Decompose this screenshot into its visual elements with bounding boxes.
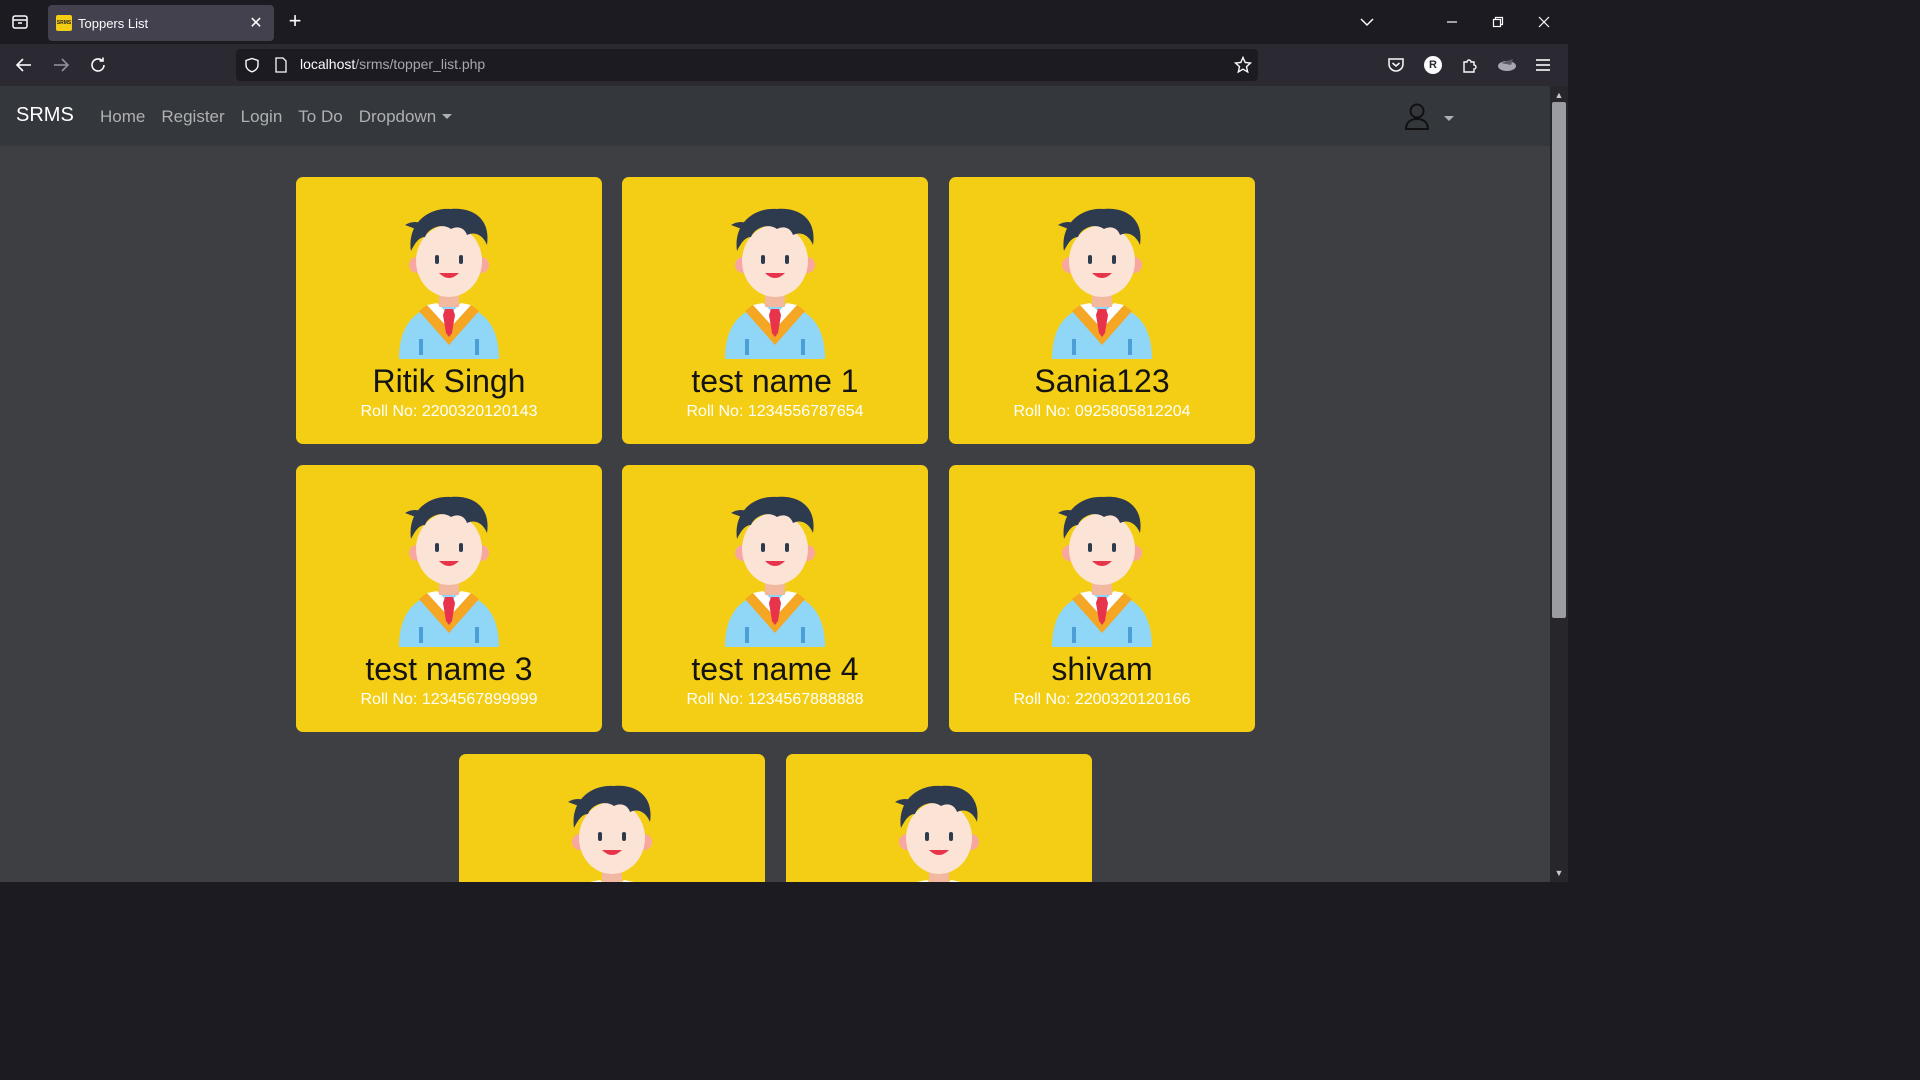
topper-name: test name 3 <box>365 651 533 687</box>
chevron-down-icon[interactable] <box>1353 10 1381 34</box>
student-avatar-icon <box>399 205 499 359</box>
nav-todo[interactable]: To Do <box>298 107 342 127</box>
back-arrow-icon[interactable] <box>12 53 36 77</box>
user-menu[interactable] <box>1404 102 1454 135</box>
topper-roll: Roll No: 1234567899999 <box>360 691 538 708</box>
student-avatar-icon <box>1052 205 1152 359</box>
user-icon <box>1404 102 1430 135</box>
topper-name: Sania123 <box>1034 363 1170 399</box>
page-icon <box>274 57 290 73</box>
student-avatar-icon <box>725 493 825 647</box>
topper-roll: Roll No: 0925805812204 <box>1013 403 1191 420</box>
topper-roll: Roll No: 1234567888888 <box>686 691 864 708</box>
student-avatar-icon <box>1052 493 1152 647</box>
caret-down-icon <box>1444 116 1454 121</box>
topper-card: Ritik Singh Roll No: 2200320120143 <box>296 177 602 444</box>
caret-down-icon <box>442 114 453 119</box>
site-navbar: SRMS Home Register Login To Do Dropdown <box>0 86 1550 146</box>
topper-name: Ritik Singh <box>372 363 526 399</box>
student-avatar-icon <box>399 493 499 647</box>
scrollbar-thumb[interactable] <box>1552 102 1566 618</box>
topper-card: test name 4 Roll No: 1234567888888 <box>622 465 928 732</box>
nav-register[interactable]: Register <box>161 107 224 127</box>
topper-card: test name 3 Roll No: 1234567899999 <box>296 465 602 732</box>
url-text[interactable]: localhost/srms/topper_list.php <box>300 56 485 74</box>
navigation-toolbar: localhost/srms/topper_list.php R <box>0 44 1568 86</box>
topper-name: test name 1 <box>691 363 859 399</box>
topper-name: test name 4 <box>691 651 859 687</box>
forward-arrow-icon[interactable] <box>49 53 73 77</box>
minimize-icon[interactable] <box>1438 10 1466 34</box>
topper-card: Sania123 Roll No: 0925805812204 <box>949 177 1255 444</box>
tab-title: Toppers List <box>78 15 149 31</box>
nav-dropdown-label: Dropdown <box>358 107 437 126</box>
reload-icon[interactable] <box>86 53 110 77</box>
topper-roll: Roll No: 1234556787654 <box>686 403 864 420</box>
menu-icon[interactable] <box>1531 53 1555 77</box>
tab-list-icon[interactable] <box>8 10 32 34</box>
tab-toppers-list[interactable]: SRMS Toppers List ✕ <box>48 5 274 41</box>
topper-roll: Roll No: 2200320120166 <box>1013 691 1191 708</box>
favicon: SRMS <box>56 15 72 31</box>
tab-strip: SRMS Toppers List ✕ + <box>0 0 1568 44</box>
topper-card <box>786 754 1092 882</box>
nav-home[interactable]: Home <box>100 107 145 127</box>
nav-login[interactable]: Login <box>241 107 283 127</box>
star-icon[interactable] <box>1234 56 1252 74</box>
page-viewport: SRMS Home Register Login To Do Dropdown <box>0 86 1550 882</box>
plus-icon[interactable]: + <box>283 10 307 34</box>
topper-name: shivam <box>1051 651 1153 687</box>
topper-roll: Roll No: 2200320120143 <box>360 403 538 420</box>
scroll-down-icon[interactable]: ▼ <box>1552 866 1566 880</box>
student-avatar-icon <box>562 782 662 882</box>
close-icon[interactable]: ✕ <box>248 13 264 33</box>
account-icon[interactable] <box>1495 53 1519 77</box>
browser-window: SRMS Toppers List ✕ + localhost/srms/top… <box>0 0 1568 882</box>
restore-icon[interactable] <box>1484 10 1512 34</box>
student-avatar-icon <box>889 782 989 882</box>
pocket-icon[interactable] <box>1384 53 1408 77</box>
brand-logo[interactable]: SRMS <box>16 104 74 127</box>
shield-icon[interactable] <box>244 57 262 73</box>
scroll-up-icon[interactable]: ▲ <box>1552 88 1566 102</box>
student-avatar-icon <box>725 205 825 359</box>
profile-avatar[interactable]: R <box>1421 53 1445 77</box>
topper-card <box>459 754 765 882</box>
nav-dropdown[interactable]: Dropdown <box>359 107 453 127</box>
url-bar[interactable]: localhost/srms/topper_list.php <box>236 49 1258 81</box>
topper-card: test name 1 Roll No: 1234556787654 <box>622 177 928 444</box>
extensions-icon[interactable] <box>1458 53 1482 77</box>
close-window-icon[interactable] <box>1530 10 1558 34</box>
topper-card: shivam Roll No: 2200320120166 <box>949 465 1255 732</box>
nav-links: Home Register Login To Do Dropdown <box>100 107 453 127</box>
